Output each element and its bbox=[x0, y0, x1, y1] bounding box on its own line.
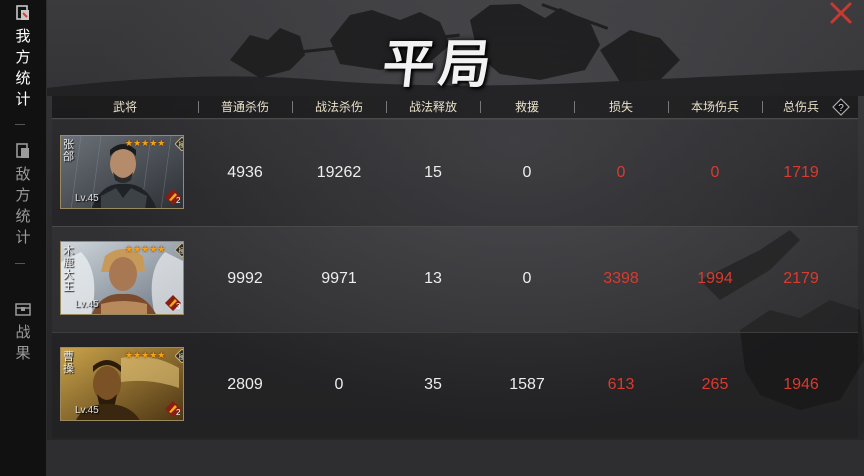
header-wounded: 本场伤兵 bbox=[690, 100, 739, 114]
tab-battle-results[interactable]: 战果 bbox=[0, 300, 46, 364]
header-rescue: 救援 bbox=[514, 100, 539, 114]
wounded-value: 0 bbox=[710, 164, 720, 181]
wounded-value: 1994 bbox=[697, 270, 733, 287]
header-tactic-casts: 战法释放 bbox=[408, 100, 457, 114]
help-label: ? bbox=[838, 103, 844, 114]
tactic-damage-value: 0 bbox=[334, 376, 344, 393]
sidebar: 我方统计 敌方统计 战果 bbox=[0, 0, 47, 476]
troop-count: 2 bbox=[176, 196, 181, 205]
normal-damage-value: 4936 bbox=[227, 164, 263, 181]
tab-our-stats[interactable]: 我方统计 bbox=[0, 4, 46, 110]
tactic-casts-value: 15 bbox=[424, 164, 442, 181]
general-card[interactable]: 曹操 ★★★★★ 極 Lv.45 2 bbox=[60, 347, 184, 421]
rescue-value: 1587 bbox=[509, 376, 545, 393]
star-rating: ★★★★★ bbox=[125, 351, 166, 361]
header-normal-damage: 普通杀伤 bbox=[220, 100, 269, 114]
close-icon[interactable] bbox=[826, 0, 856, 28]
tactic-casts-value: 35 bbox=[424, 376, 442, 393]
star-rating: ★★★★★ bbox=[125, 245, 166, 255]
header-general: 武将 bbox=[112, 100, 137, 114]
chest-icon bbox=[15, 303, 31, 316]
stats-table-header: 武将 普通杀伤 战法杀伤 战法释放 救援 损失 本场伤兵 总伤兵 bbox=[52, 96, 858, 119]
header-tactic-damage: 战法杀伤 bbox=[314, 100, 363, 114]
troop-count: 2 bbox=[176, 408, 181, 417]
star-rating: ★★★★★ bbox=[125, 139, 166, 149]
general-level: Lv.45 bbox=[75, 405, 99, 416]
tab-our-stats-label: 我方统计 bbox=[15, 27, 31, 108]
troop-count: 3 bbox=[176, 302, 181, 311]
total-wounded-value: 1946 bbox=[783, 376, 819, 393]
rank-emblem-icon: 極 bbox=[175, 137, 185, 151]
tab-battle-results-label: 战果 bbox=[15, 323, 31, 362]
tactic-casts-value: 13 bbox=[424, 270, 442, 287]
loss-value: 0 bbox=[616, 164, 626, 181]
general-name: 曹操 bbox=[63, 350, 74, 375]
total-wounded-value: 2179 bbox=[783, 270, 819, 287]
document-icon bbox=[16, 143, 29, 158]
header-loss: 损失 bbox=[608, 100, 633, 114]
loss-value: 613 bbox=[607, 376, 635, 393]
general-level: Lv.45 bbox=[75, 193, 99, 204]
tactic-damage-value: 9971 bbox=[321, 270, 357, 287]
rescue-value: 0 bbox=[522, 270, 532, 287]
sidebar-divider bbox=[15, 263, 25, 264]
general-card[interactable]: 木鹿大王 ★★★★★ 極 Lv.45 3 bbox=[60, 241, 184, 315]
document-icon bbox=[16, 5, 29, 20]
general-card[interactable]: 张郃 ★★★★★ 極 Lv.45 2 bbox=[60, 135, 184, 209]
wounded-value: 265 bbox=[701, 376, 729, 393]
tactic-damage-value: 19262 bbox=[316, 164, 362, 181]
svg-text:極: 極 bbox=[179, 246, 185, 255]
loss-value: 3398 bbox=[603, 270, 639, 287]
general-level: Lv.45 bbox=[75, 299, 99, 310]
battle-result-title: 平局 bbox=[379, 34, 499, 95]
rank-emblem-icon: 極 bbox=[175, 349, 185, 363]
svg-text:極: 極 bbox=[179, 140, 185, 149]
sidebar-divider bbox=[15, 124, 25, 125]
general-name: 木鹿大王 bbox=[63, 244, 74, 293]
general-name: 张郃 bbox=[63, 138, 74, 163]
table-row: 张郃 ★★★★★ 極 Lv.45 2 4936 19262 15 0 0 0 1… bbox=[52, 120, 858, 226]
tab-enemy-stats-label: 敌方统计 bbox=[15, 165, 31, 246]
normal-damage-value: 9992 bbox=[227, 270, 263, 287]
normal-damage-value: 2809 bbox=[227, 376, 263, 393]
help-icon[interactable]: ? bbox=[832, 98, 850, 116]
tab-enemy-stats[interactable]: 敌方统计 bbox=[0, 142, 46, 248]
svg-text:極: 極 bbox=[179, 352, 185, 361]
rescue-value: 0 bbox=[522, 164, 532, 181]
total-wounded-value: 1719 bbox=[783, 164, 819, 181]
header-total-wounded: 总伤兵 bbox=[782, 100, 819, 114]
rank-emblem-icon: 極 bbox=[175, 243, 185, 257]
table-row: 曹操 ★★★★★ 極 Lv.45 2 2809 0 35 1587 613 26… bbox=[52, 332, 858, 438]
table-row: 木鹿大王 ★★★★★ 極 Lv.45 3 9992 9971 13 0 3398… bbox=[52, 226, 858, 332]
